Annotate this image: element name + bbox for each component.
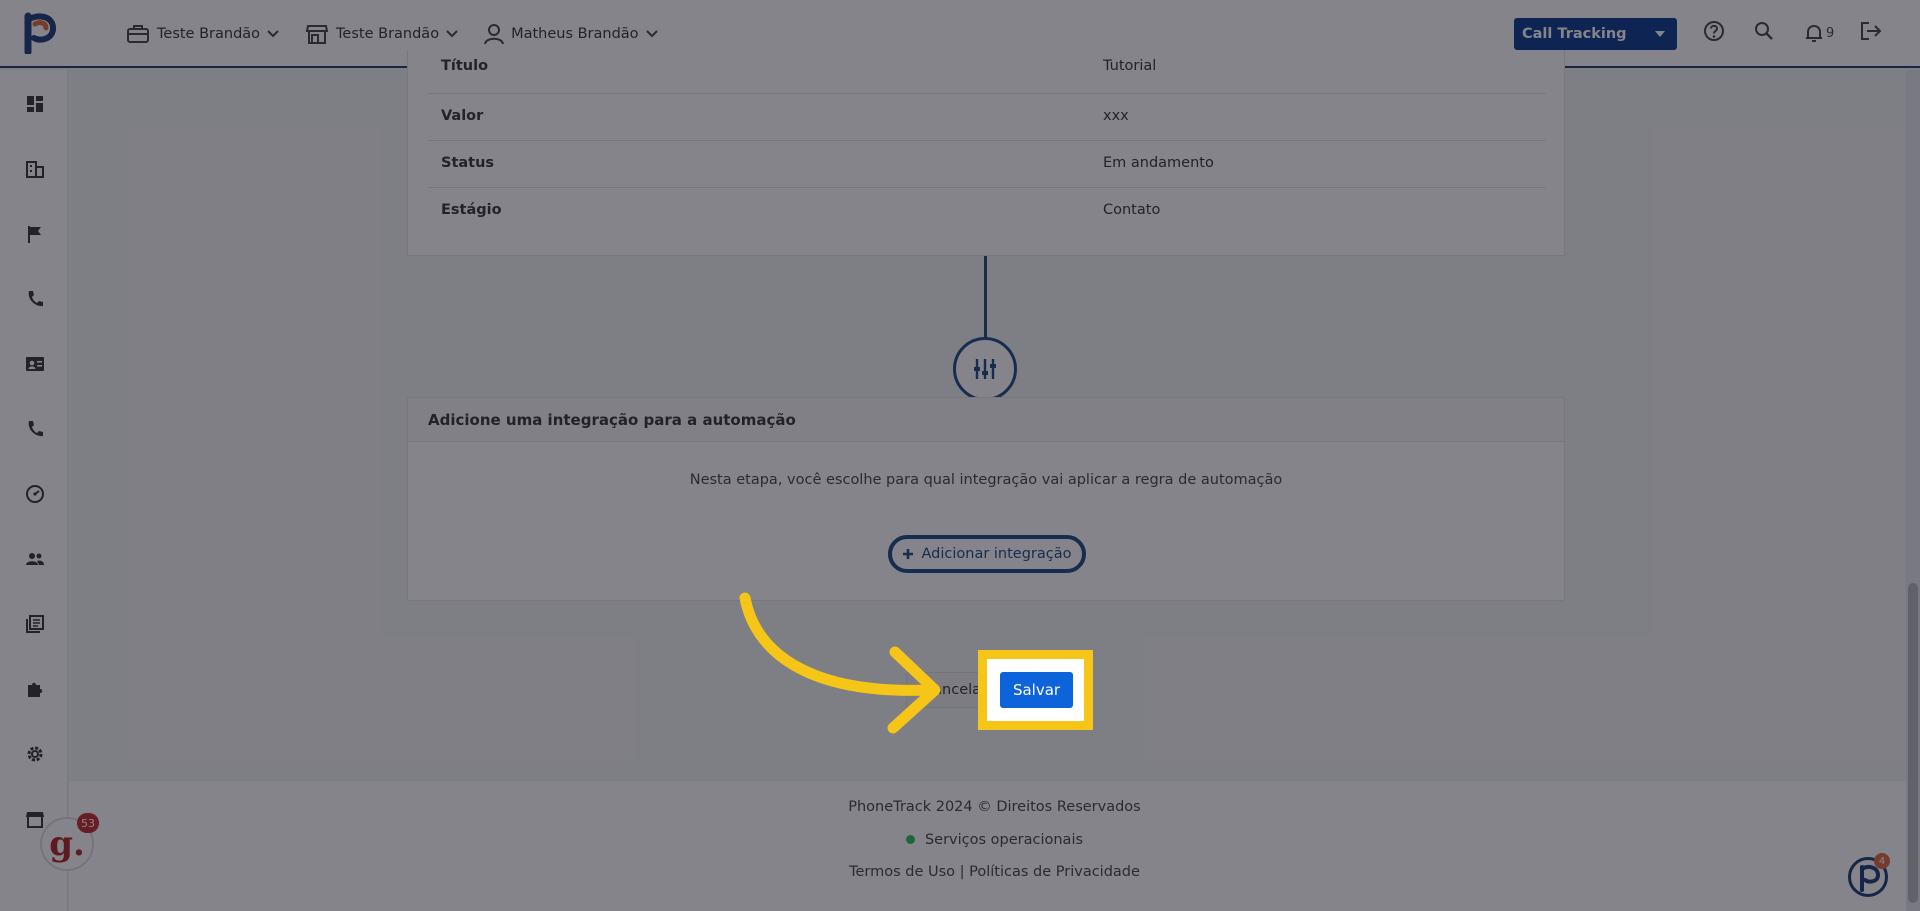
briefcase-icon [127, 25, 149, 43]
detail-label: Título [441, 58, 489, 74]
detail-value: Tutorial [1103, 58, 1157, 74]
bell-icon[interactable] [1805, 23, 1823, 43]
add-integration-button[interactable]: Adicionar integração [888, 535, 1086, 573]
flow-node [953, 337, 1017, 401]
search-icon[interactable] [1754, 21, 1774, 41]
gear-icon[interactable] [25, 744, 45, 764]
integration-card-title: Adicione uma integração para a automação [408, 398, 1564, 442]
footer-copyright: PhoneTrack 2024 © Direitos Reservados [848, 799, 1141, 815]
terms-link[interactable]: Termos de Uso [849, 864, 955, 880]
footer-status-text: Serviços operacionais [924, 832, 1084, 848]
footer-links: Termos de Uso | Políticas de Privacidade [69, 864, 1920, 880]
building-icon[interactable] [25, 159, 45, 179]
store-icon [305, 25, 329, 44]
tutorial-arrow-icon [739, 592, 941, 734]
chevron-down-icon [645, 30, 658, 38]
chevron-down-icon [267, 30, 279, 38]
detail-row-stage: Estágio Contato [428, 188, 1546, 235]
plus-icon [903, 549, 914, 559]
chevron-down-icon [446, 30, 458, 38]
cancel-button[interactable]: Cancelar [906, 672, 996, 708]
detail-value: xxx [1103, 108, 1129, 124]
flow-connector [984, 256, 987, 338]
scrollbar-thumb[interactable] [1908, 583, 1918, 903]
phonetrack-chat-badge: 4 [1874, 853, 1890, 869]
caret-down-icon [1655, 31, 1665, 37]
detail-row-status: Status Em andamento [428, 141, 1546, 188]
help-icon[interactable] [1703, 20, 1725, 42]
product-select-label: Call Tracking [1522, 26, 1627, 42]
detail-label: Valor [441, 108, 484, 124]
dashboard-icon[interactable] [25, 94, 45, 114]
trigger-details-card: Título Tutorial Valor xxx Status Em anda… [407, 50, 1565, 256]
detail-row-value: Valor xxx [428, 94, 1546, 141]
logout-icon[interactable] [1860, 21, 1882, 41]
detail-row-title: Título Tutorial [428, 50, 1546, 94]
detail-value: Em andamento [1103, 155, 1214, 171]
g-widget-badge: 53 [77, 813, 99, 833]
detail-value: Contato [1103, 202, 1161, 218]
users-icon[interactable] [25, 549, 45, 569]
privacy-link[interactable]: Políticas de Privacidade [969, 864, 1140, 880]
company-selector-label: Teste Brandão [157, 26, 261, 42]
product-select[interactable]: Call Tracking [1514, 18, 1677, 50]
user-icon [484, 24, 505, 45]
detail-label: Estágio [441, 202, 502, 218]
notification-count: 9 [1826, 26, 1835, 41]
detail-label: Status [441, 155, 495, 171]
footer: PhoneTrack 2024 © Direitos Reservados Se… [69, 781, 1920, 911]
add-integration-label: Adicionar integração [921, 546, 1072, 562]
user-selector[interactable]: Matheus Brandão [484, 23, 658, 45]
phone-icon[interactable] [25, 419, 45, 439]
store-selector[interactable]: Teste Brandão [305, 23, 458, 45]
user-selector-label: Matheus Brandão [511, 26, 639, 42]
speedometer-icon[interactable] [25, 484, 45, 504]
footer-status: Serviços operacionais [69, 832, 1920, 848]
contact-card-icon[interactable] [25, 354, 45, 374]
integration-card-description: Nesta etapa, você escolhe para qual inte… [689, 472, 1283, 488]
integration-card: Adicione uma integração para a automação… [407, 397, 1565, 601]
library-icon[interactable] [25, 614, 45, 634]
store-selector-label: Teste Brandão [336, 26, 440, 42]
puzzle-icon[interactable] [25, 679, 45, 699]
phone-icon[interactable] [25, 289, 45, 309]
company-selector[interactable]: Teste Brandão [126, 24, 279, 44]
store-icon[interactable] [25, 809, 45, 829]
footer-separator: | [959, 864, 965, 880]
phonetrack-logo-icon[interactable] [22, 12, 58, 54]
sidebar [0, 70, 68, 911]
save-button[interactable]: Salvar [1000, 672, 1073, 708]
sliders-icon [974, 359, 996, 379]
flag-icon[interactable] [25, 224, 45, 244]
status-dot-icon [905, 834, 915, 844]
